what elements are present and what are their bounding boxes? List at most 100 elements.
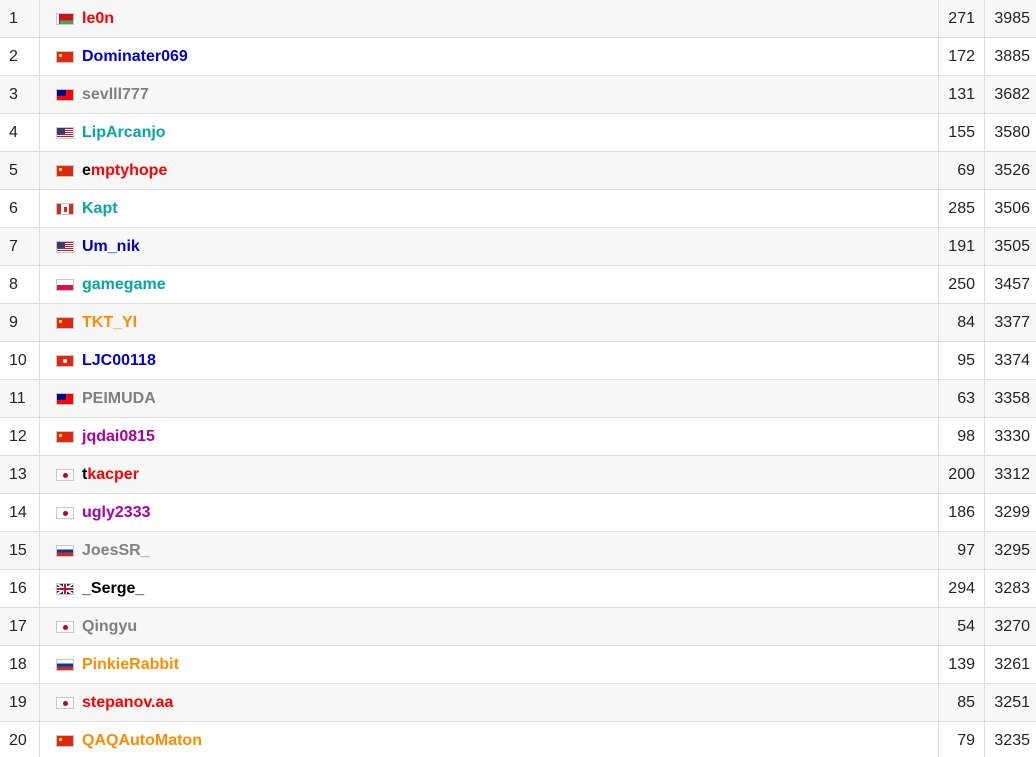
user-handle-link[interactable]: QAQAutoMaton	[82, 732, 202, 750]
user-handle-link[interactable]: PEIMUDA	[82, 390, 156, 408]
user-handle-link[interactable]: LipArcanjo	[82, 124, 166, 142]
table-row: 2 Dominater069 172 3885	[0, 38, 1036, 76]
count-cell: 98	[939, 418, 985, 455]
russia-flag-icon	[56, 544, 74, 557]
rating-cell: 3235	[994, 731, 1030, 749]
japan-flag-icon	[56, 506, 74, 519]
count-cell: 84	[939, 304, 985, 341]
rank-cell: 12	[0, 418, 40, 455]
user-handle-link[interactable]: PinkieRabbit	[82, 656, 179, 674]
china-flag-icon	[56, 50, 74, 63]
rank-cell: 14	[0, 494, 40, 531]
rating-cell: 3526	[994, 161, 1030, 179]
handle-text: LipArcanjo	[82, 123, 166, 141]
user-cell: le0n	[40, 0, 939, 37]
handle-text: gamegame	[82, 275, 166, 293]
rank-cell: 20	[0, 722, 40, 757]
rank-cell: 10	[0, 342, 40, 379]
count-cell: 155	[939, 114, 985, 151]
ranking-table: 1 le0n 271 3985 2 Dominater069 172 3885 3 sevlll7…	[0, 0, 1036, 757]
handle-text: mptyhope	[90, 161, 168, 179]
rating-cell: 3377	[994, 313, 1030, 331]
united-kingdom-flag-icon	[56, 582, 74, 595]
user-handle-link[interactable]: Dominater069	[82, 48, 188, 66]
user-handle-link[interactable]: tkacper	[82, 466, 139, 484]
table-row: 4 LipArcanjo 155 3580	[0, 114, 1036, 152]
count-cell: 95	[939, 342, 985, 379]
rank-cell: 5	[0, 152, 40, 189]
user-cell: Kapt	[40, 190, 939, 227]
count-cell: 54	[939, 608, 985, 645]
rating-cell: 3283	[994, 579, 1030, 597]
user-cell: JoesSR_	[40, 532, 939, 569]
rank-cell: 15	[0, 532, 40, 569]
user-handle-link[interactable]: Um_nik	[82, 238, 140, 256]
table-row: 19 stepanov.aa 85 3251	[0, 684, 1036, 722]
rating-cell: 3330	[994, 427, 1030, 445]
handle-text: Qingyu	[82, 617, 138, 635]
table-row: 3 sevlll777 131 3682	[0, 76, 1036, 114]
user-cell: sevlll777	[40, 76, 939, 113]
rating-cell: 3261	[994, 655, 1030, 673]
user-cell: _Serge_	[40, 570, 939, 607]
handle-text: PinkieRabbit	[82, 655, 179, 673]
user-cell: TKT_YI	[40, 304, 939, 341]
user-cell: QAQAutoMaton	[40, 722, 939, 757]
user-handle-link[interactable]: gamegame	[82, 276, 166, 294]
table-row: 17 Qingyu 54 3270	[0, 608, 1036, 646]
japan-flag-icon	[56, 468, 74, 481]
taiwan-flag-icon	[56, 392, 74, 405]
hong-kong-flag-icon	[56, 354, 74, 367]
rank-cell: 7	[0, 228, 40, 265]
user-handle-link[interactable]: Kapt	[82, 200, 118, 218]
rank-cell: 6	[0, 190, 40, 227]
user-handle-link[interactable]: JoesSR_	[82, 542, 150, 560]
count-cell: 191	[939, 228, 985, 265]
handle-text: Um_nik	[82, 237, 140, 255]
usa-flag-icon	[56, 240, 74, 253]
handle-text: TKT_YI	[82, 313, 138, 331]
count-cell: 172	[939, 38, 985, 75]
user-handle-link[interactable]: jqdai0815	[82, 428, 155, 446]
table-row: 13 tkacper 200 3312	[0, 456, 1036, 494]
count-cell: 250	[939, 266, 985, 303]
count-cell: 79	[939, 722, 985, 757]
handle-text: JoesSR_	[82, 541, 150, 559]
handle-text: Kapt	[82, 199, 118, 217]
rank-cell: 2	[0, 38, 40, 75]
handle-text: jqdai0815	[82, 427, 155, 445]
user-handle-link[interactable]: sevlll777	[82, 86, 149, 104]
rank-cell: 16	[0, 570, 40, 607]
china-flag-icon	[56, 734, 74, 747]
rating-cell: 3506	[994, 199, 1030, 217]
user-handle-link[interactable]: Qingyu	[82, 618, 137, 636]
table-row: 9 TKT_YI 84 3377	[0, 304, 1036, 342]
user-cell: PEIMUDA	[40, 380, 939, 417]
rank-cell: 8	[0, 266, 40, 303]
count-cell: 285	[939, 190, 985, 227]
handle-text: le0n	[82, 9, 115, 27]
rating-cell: 3985	[994, 9, 1030, 27]
rank-cell: 11	[0, 380, 40, 417]
rating-cell: 3457	[994, 275, 1030, 293]
count-cell: 186	[939, 494, 985, 531]
user-handle-link[interactable]: stepanov.aa	[82, 694, 173, 712]
count-cell: 200	[939, 456, 985, 493]
handle-text: PEIMUDA	[82, 389, 156, 407]
belarus-flag-icon	[56, 12, 74, 25]
user-handle-link[interactable]: TKT_YI	[82, 314, 137, 332]
user-handle-link[interactable]: _Serge_	[82, 580, 144, 598]
rating-cell: 3312	[994, 465, 1030, 483]
user-handle-link[interactable]: LJC00118	[82, 352, 156, 370]
user-handle-link[interactable]: le0n	[82, 10, 114, 28]
rank-cell: 4	[0, 114, 40, 151]
table-row: 7 Um_nik 191 3505	[0, 228, 1036, 266]
user-cell: jqdai0815	[40, 418, 939, 455]
rank-cell: 18	[0, 646, 40, 683]
count-cell: 271	[939, 0, 985, 37]
user-cell: emptyhope	[40, 152, 939, 189]
user-handle-link[interactable]: ugly2333	[82, 504, 150, 522]
count-cell: 97	[939, 532, 985, 569]
user-handle-link[interactable]: emptyhope	[82, 162, 167, 180]
rating-cell: 3682	[994, 85, 1030, 103]
